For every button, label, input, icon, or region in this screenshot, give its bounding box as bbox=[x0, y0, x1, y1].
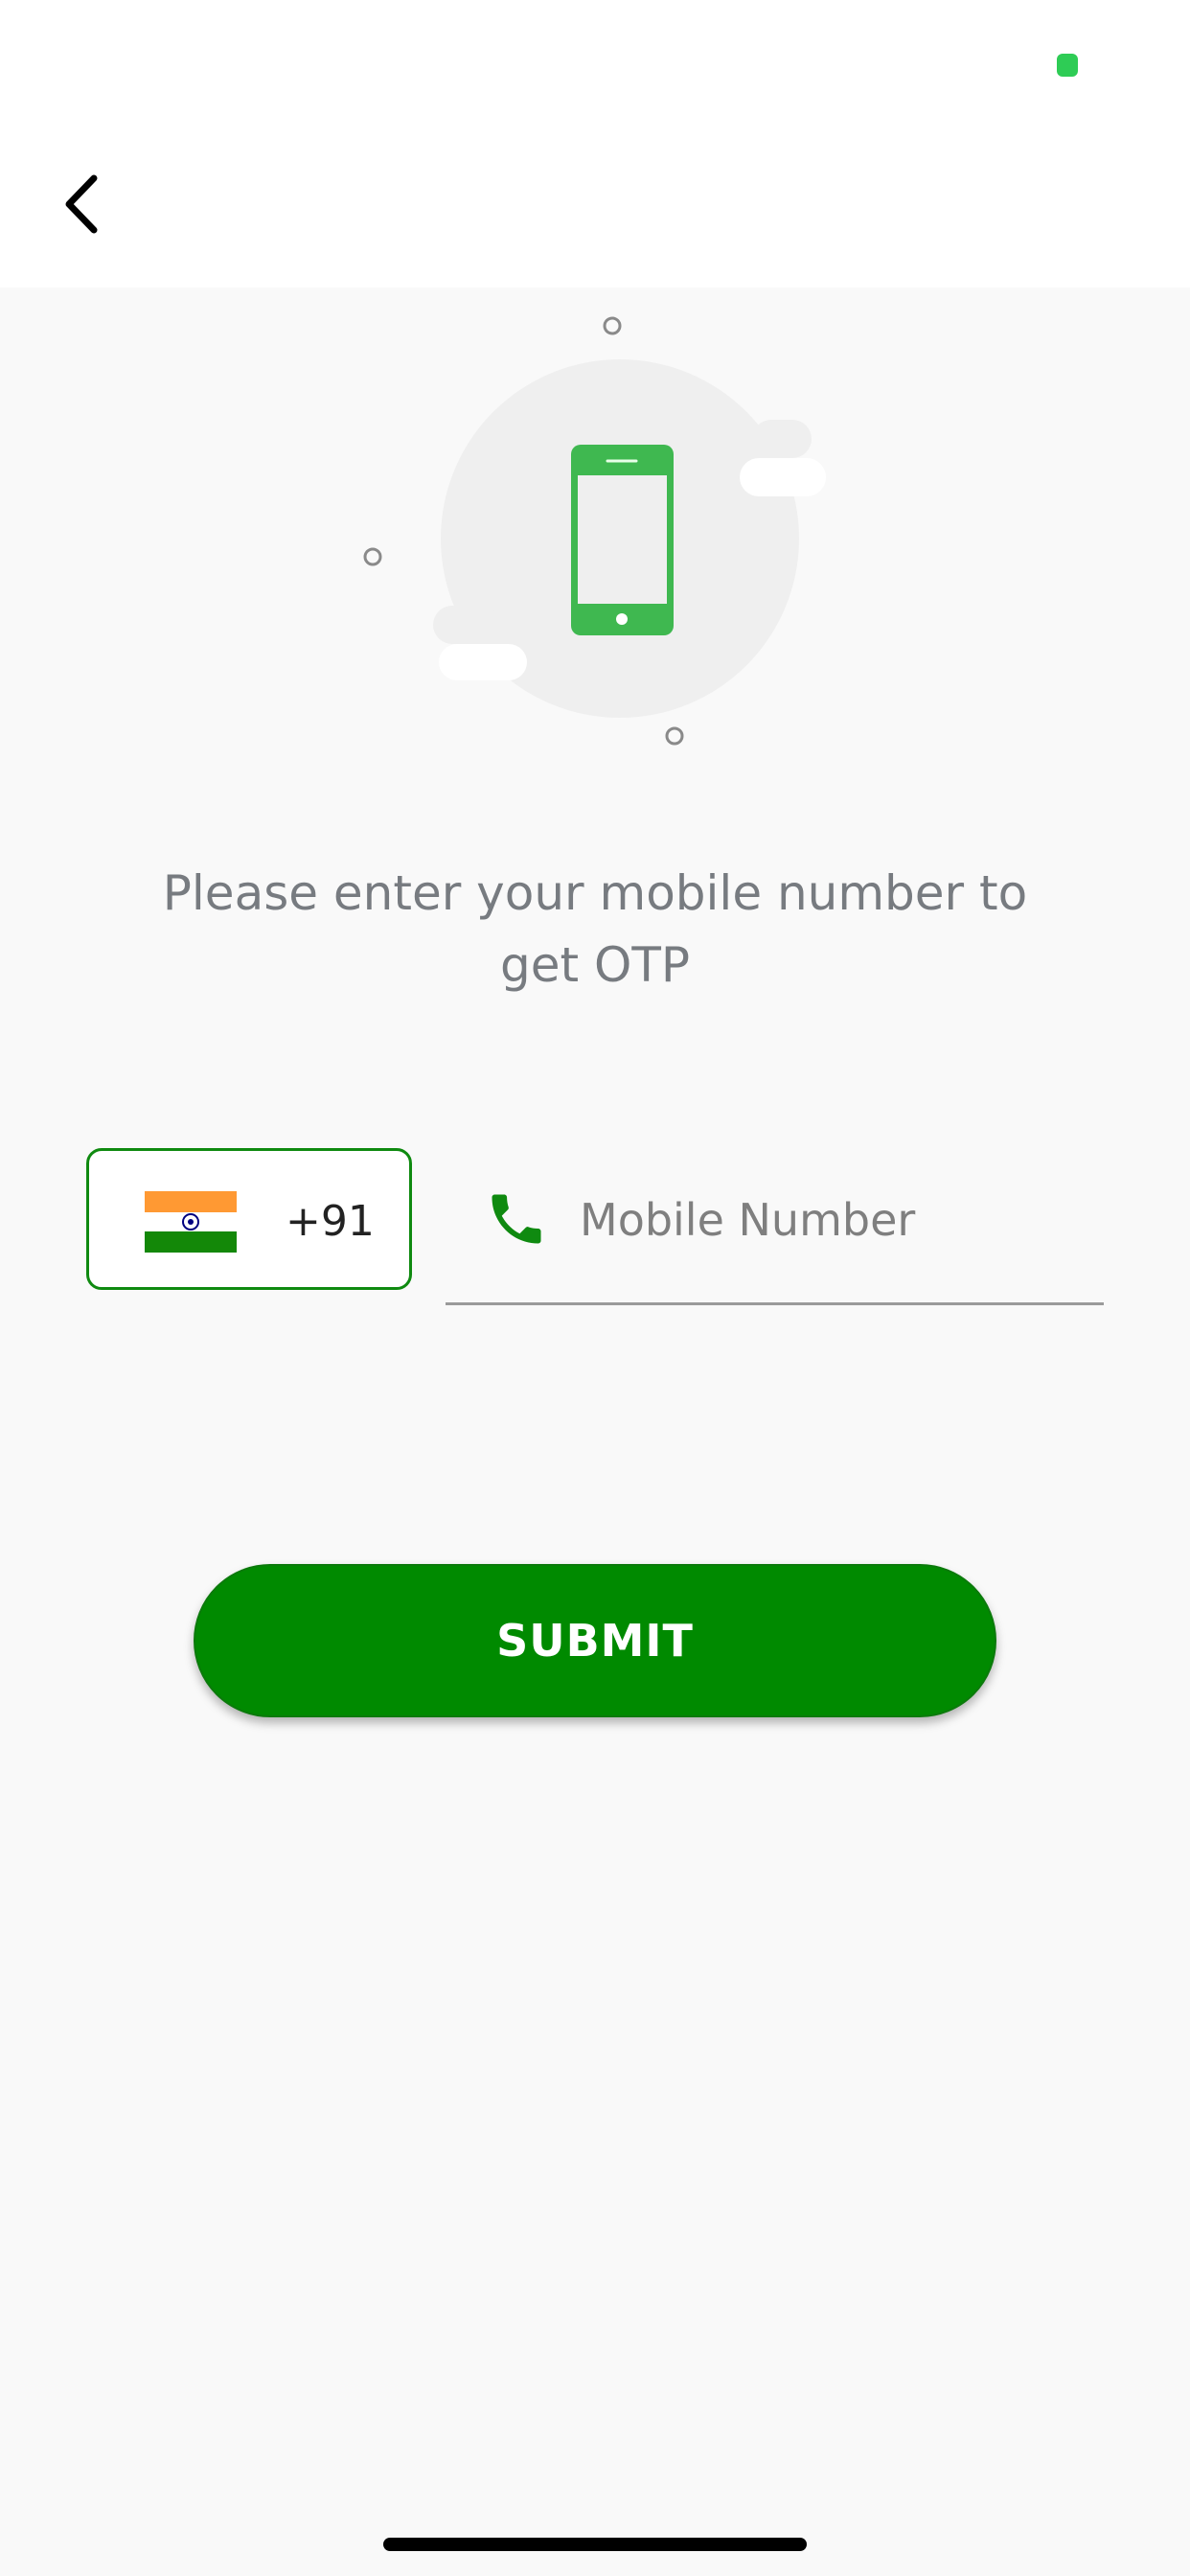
chevron-left-icon bbox=[65, 174, 98, 234]
navigation-bar bbox=[0, 125, 1190, 288]
status-bar bbox=[0, 0, 1190, 125]
mobile-number-field[interactable] bbox=[446, 1148, 1104, 1305]
smartphone-icon bbox=[571, 445, 674, 635]
submit-button[interactable]: SUBMIT bbox=[194, 1564, 996, 1717]
back-button[interactable] bbox=[48, 161, 115, 247]
otp-illustration bbox=[0, 288, 1190, 786]
battery-icon bbox=[1057, 54, 1078, 77]
india-flag-icon bbox=[145, 1191, 237, 1253]
smartphone-illustration bbox=[363, 316, 826, 746]
home-indicator bbox=[383, 2538, 807, 2551]
dial-code: +91 bbox=[286, 1197, 375, 1246]
mobile-number-input[interactable] bbox=[580, 1183, 1087, 1257]
otp-instruction-text: Please enter your mobile number to get O… bbox=[162, 865, 1028, 993]
phone-icon bbox=[492, 1194, 541, 1244]
country-code-selector[interactable]: +91 bbox=[86, 1148, 412, 1290]
